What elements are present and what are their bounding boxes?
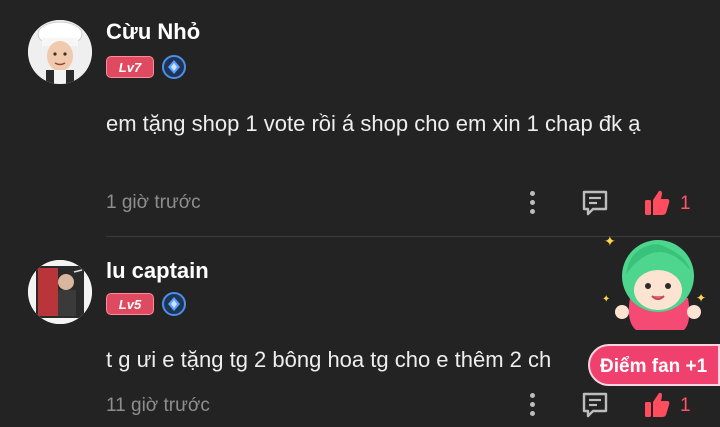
timestamp: 11 giờ trước [106, 395, 210, 416]
like-button[interactable]: 1 [642, 390, 698, 420]
comment-item: Cừu Nhỏ Lv7 em tặng shop 1 vote rồi á sh… [0, 0, 720, 236]
svg-text:✦: ✦ [604, 233, 616, 249]
thumbs-up-icon [645, 190, 670, 215]
level-badge: Lv5 [106, 293, 154, 315]
like-count: 1 [680, 193, 691, 214]
fan-points-badge: Điểm fan +1 [588, 344, 720, 386]
svg-text:✦: ✦ [602, 294, 610, 305]
mascot-icon: ✦ ✦ ✦ [596, 226, 720, 346]
avatar-image [28, 20, 92, 84]
like-count: 1 [680, 395, 691, 416]
reply-button[interactable] [580, 390, 612, 420]
diamond-badge-icon [162, 55, 186, 79]
comment-icon [582, 392, 608, 418]
avatar-image [28, 260, 92, 324]
like-button[interactable]: 1 [642, 188, 698, 218]
more-vertical-icon[interactable] [522, 390, 542, 420]
username[interactable]: lu captain [106, 258, 209, 284]
avatar[interactable] [28, 20, 92, 84]
comment-icon [582, 190, 608, 216]
svg-text:✦: ✦ [696, 291, 706, 305]
avatar[interactable] [28, 260, 92, 324]
level-badge: Lv7 [106, 56, 154, 78]
thumbs-up-icon [645, 392, 670, 417]
comment-text: t g ưi e tặng tg 2 bông hoa tg cho e thê… [106, 347, 552, 372]
more-vertical-icon[interactable] [522, 188, 542, 218]
reply-button[interactable] [580, 188, 612, 218]
diamond-badge-icon [162, 292, 186, 316]
username[interactable]: Cừu Nhỏ [106, 19, 200, 45]
comment-text: em tặng shop 1 vote rồi á shop cho em xi… [106, 111, 641, 136]
timestamp: 1 giờ trước [106, 192, 201, 213]
